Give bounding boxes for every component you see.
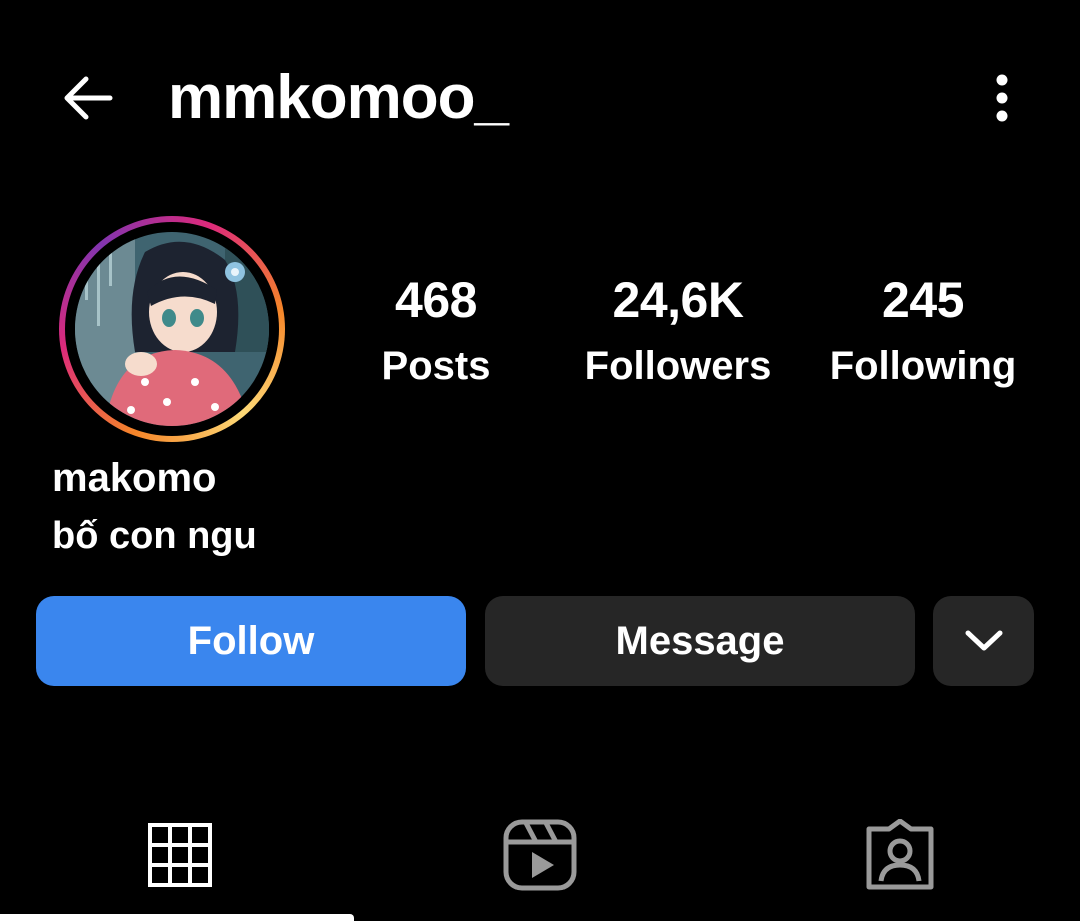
following-label: Following (829, 344, 1017, 388)
active-tab-indicator (0, 914, 354, 921)
following-count: 245 (882, 272, 964, 328)
back-button[interactable] (56, 68, 120, 128)
tab-reels[interactable] (420, 800, 660, 910)
more-options-button[interactable] (980, 68, 1024, 128)
reels-icon (503, 819, 577, 891)
followers-count: 24,6K (612, 272, 744, 328)
follow-button[interactable]: Follow (36, 596, 466, 686)
arrow-left-icon (64, 76, 113, 120)
following-stat[interactable]: 245 Following (818, 270, 1028, 396)
posts-count: 468 (395, 272, 477, 328)
grid-icon (148, 823, 212, 887)
story-ring[interactable] (59, 216, 285, 442)
avatar-image (75, 232, 269, 426)
avatar (75, 232, 269, 426)
display-name: makomo (52, 456, 217, 500)
followers-label: Followers (584, 344, 772, 388)
bio-text: bố con ngu (52, 515, 257, 557)
posts-label: Posts (381, 344, 491, 388)
more-vertical-icon (996, 74, 1008, 122)
tab-posts-grid[interactable] (60, 800, 300, 910)
tagged-icon (866, 819, 934, 890)
profile-username: mmkomoo_ (168, 63, 509, 132)
message-button[interactable]: Message (485, 596, 915, 686)
chevron-down-icon (965, 630, 1002, 651)
followers-stat[interactable]: 24,6K Followers (568, 270, 788, 396)
top-bar: mmkomoo_ (0, 0, 1080, 200)
tab-tagged[interactable] (780, 800, 1020, 910)
suggested-accounts-button[interactable] (933, 596, 1034, 686)
posts-stat[interactable]: 468 Posts (356, 270, 516, 396)
